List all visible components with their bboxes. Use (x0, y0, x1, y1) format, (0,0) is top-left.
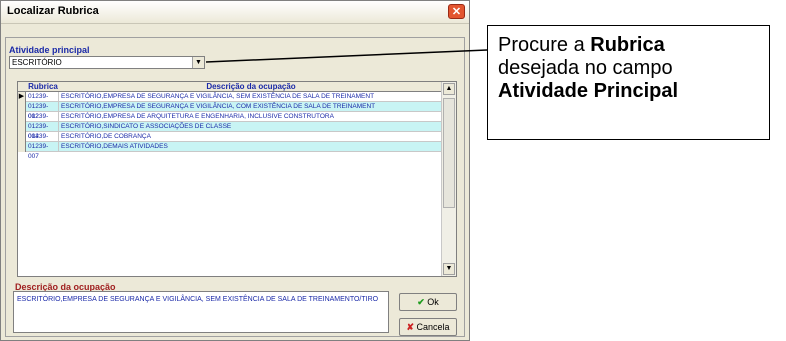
callout-atividade: Atividade Principal (498, 80, 679, 102)
callout-prefix: Procure a (498, 34, 591, 56)
callout-line-2: desejada no campo (498, 57, 673, 79)
pointer-line (205, 49, 488, 63)
callout-line-3: Atividade Principal (498, 80, 759, 103)
instruction-callout: Procure a Rubrica desejada no campo Ativ… (487, 25, 770, 140)
callout-line-1: Procure a Rubrica (498, 34, 759, 57)
callout-rubrica: Rubrica (590, 34, 665, 56)
